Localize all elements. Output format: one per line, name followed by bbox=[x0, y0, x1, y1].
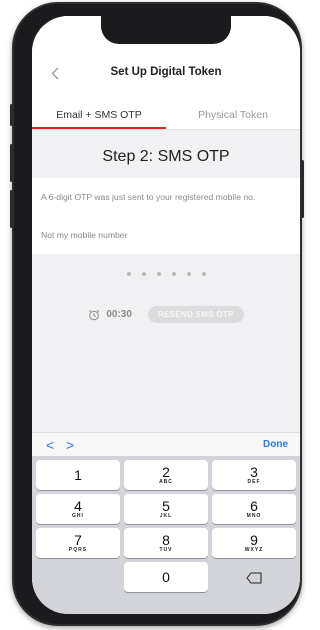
key-8[interactable]: 8 TUV bbox=[124, 528, 208, 558]
key-letters: JKL bbox=[159, 512, 173, 519]
key-9[interactable]: 9 WXYZ bbox=[212, 528, 296, 558]
otp-digit-placeholder bbox=[156, 272, 161, 276]
key-number: 8 bbox=[162, 531, 170, 548]
otp-digit-placeholder bbox=[126, 272, 131, 276]
keypad-row: 1 2 ABC 3 DEF bbox=[36, 460, 296, 490]
backspace-icon bbox=[246, 571, 262, 584]
tab-physical-token[interactable]: Physical Token bbox=[166, 102, 300, 129]
key-letters: TUV bbox=[159, 546, 173, 553]
key-letters: GHI bbox=[72, 512, 84, 519]
volume-down-button bbox=[10, 190, 13, 228]
otp-digit-placeholder bbox=[186, 272, 191, 276]
silent-switch bbox=[10, 104, 13, 126]
key-letters: WXYZ bbox=[244, 546, 264, 553]
resend-otp-button[interactable]: RESEND SMS OTP bbox=[147, 306, 244, 323]
keypad-row: 4 GHI 5 JKL 6 MNO bbox=[36, 494, 296, 524]
key-number: 5 bbox=[162, 497, 170, 514]
volume-up-button bbox=[10, 144, 13, 182]
key-letters: DEF bbox=[247, 478, 261, 485]
key-number: 7 bbox=[74, 531, 82, 548]
key-letters: PQRS bbox=[68, 546, 88, 553]
otp-digit-placeholder bbox=[171, 272, 176, 276]
key-6[interactable]: 6 MNO bbox=[212, 494, 296, 524]
countdown-timer: 00:30 bbox=[106, 309, 132, 320]
next-field-button[interactable]: > bbox=[66, 437, 74, 453]
otp-digit-placeholder bbox=[201, 272, 206, 276]
page-title: Set Up Digital Token bbox=[110, 66, 222, 78]
tab-email-sms-otp[interactable]: Email + SMS OTP bbox=[32, 102, 166, 129]
delete-key[interactable] bbox=[212, 562, 296, 592]
key-number: 9 bbox=[250, 531, 258, 548]
key-blank bbox=[36, 562, 120, 592]
step-title: Step 2: SMS OTP bbox=[102, 148, 230, 165]
not-my-number-link[interactable]: Not my mobile number bbox=[41, 230, 127, 240]
numeric-keypad: 1 2 ABC 3 DEF 4 GHI 5 JKL 6 MNO 7 PQRS 8… bbox=[32, 456, 300, 614]
key-2[interactable]: 2 ABC bbox=[124, 460, 208, 490]
phone-screen: Set Up Digital Token Email + SMS OTP Phy… bbox=[32, 16, 300, 614]
key-3[interactable]: 3 DEF bbox=[212, 460, 296, 490]
keypad-row: 0 bbox=[36, 562, 296, 592]
key-5[interactable]: 5 JKL bbox=[124, 494, 208, 524]
key-number: 2 bbox=[162, 463, 170, 480]
key-1[interactable]: 1 bbox=[36, 460, 120, 490]
otp-input[interactable] bbox=[32, 272, 300, 276]
key-4[interactable]: 4 GHI bbox=[36, 494, 120, 524]
key-0[interactable]: 0 bbox=[124, 562, 208, 592]
key-number: 3 bbox=[250, 463, 258, 480]
otp-sent-message: A 6-digit OTP was just sent to your regi… bbox=[41, 192, 256, 202]
key-number: 4 bbox=[74, 497, 82, 514]
alarm-clock-icon bbox=[88, 309, 100, 321]
key-number: 6 bbox=[250, 497, 258, 514]
key-letters: ABC bbox=[159, 478, 173, 485]
previous-field-button[interactable]: < bbox=[46, 437, 54, 453]
otp-digit-placeholder bbox=[141, 272, 146, 276]
phone-notch bbox=[101, 16, 231, 44]
key-letters: MNO bbox=[246, 512, 262, 519]
done-button[interactable]: Done bbox=[263, 439, 288, 450]
resend-row: 00:30 RESEND SMS OTP bbox=[32, 306, 300, 323]
key-7[interactable]: 7 PQRS bbox=[36, 528, 120, 558]
key-number: 1 bbox=[74, 467, 82, 483]
power-button bbox=[301, 160, 304, 218]
tab-bar: Email + SMS OTP Physical Token bbox=[32, 102, 300, 130]
key-number: 0 bbox=[162, 569, 170, 585]
otp-info-card: A 6-digit OTP was just sent to your regi… bbox=[32, 178, 300, 254]
keyboard-toolbar: < > Done bbox=[32, 432, 300, 456]
keypad-row: 7 PQRS 8 TUV 9 WXYZ bbox=[36, 528, 296, 558]
